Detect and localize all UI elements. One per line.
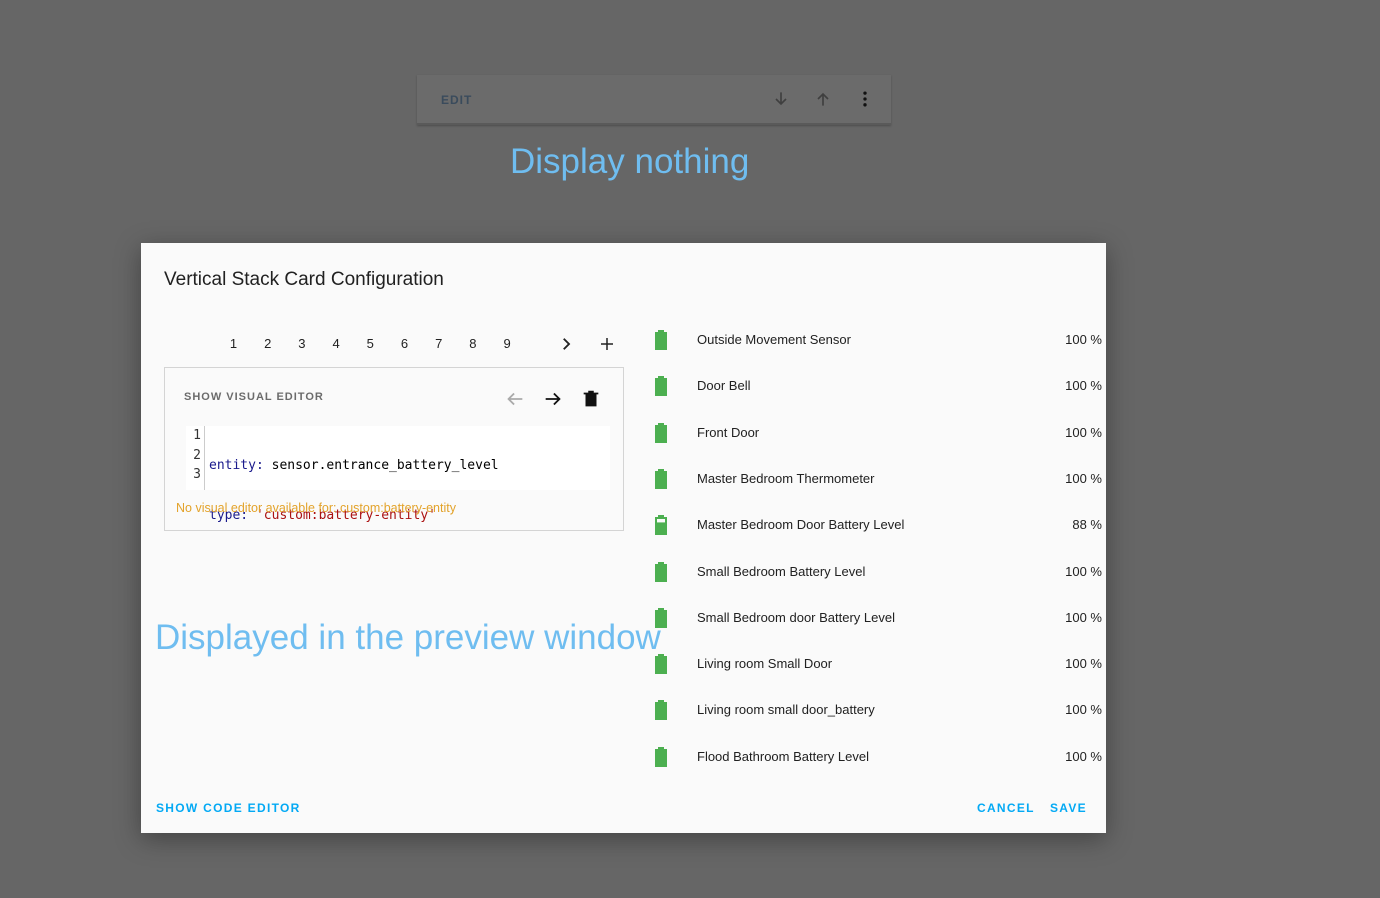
- battery-icon: [655, 515, 667, 536]
- entity-name: Flood Bathroom Battery Level: [697, 748, 869, 764]
- entity-name: Small Bedroom door Battery Level: [697, 609, 895, 625]
- entity-value: 100 %: [1065, 656, 1102, 672]
- cancel-button[interactable]: CANCEL: [977, 801, 1035, 815]
- more-vert-icon[interactable]: [855, 89, 875, 109]
- tab-7[interactable]: 7: [423, 333, 454, 367]
- entity-row[interactable]: Flood Bathroom Battery Level 100 %: [654, 744, 1105, 772]
- entity-name: Door Bell: [697, 378, 751, 394]
- edit-button[interactable]: EDIT: [441, 93, 472, 107]
- entity-name: Small Bedroom Battery Level: [697, 563, 866, 579]
- yaml-code-editor[interactable]: 1 2 3 entity: sensor.entrance_battery_le…: [186, 426, 610, 523]
- entity-name: Living room Small Door: [697, 656, 833, 672]
- battery-icon: [655, 700, 667, 721]
- line-number: 1: [193, 428, 201, 443]
- entity-row[interactable]: Living room small door_battery 100 %: [654, 697, 1105, 725]
- chevron-right-icon[interactable]: [557, 335, 575, 353]
- arrow-right-icon[interactable]: [542, 388, 564, 410]
- code-key: entity:: [209, 458, 264, 473]
- tab-9[interactable]: 9: [492, 333, 523, 367]
- show-code-editor-button[interactable]: SHOW CODE EDITOR: [156, 801, 301, 815]
- entity-row[interactable]: Front Door 100 %: [654, 420, 1105, 448]
- entity-value: 100 %: [1065, 563, 1102, 579]
- tab-2[interactable]: 2: [252, 333, 283, 367]
- battery-icon: [655, 422, 667, 443]
- tab-8[interactable]: 8: [457, 333, 488, 367]
- entity-name: Master Bedroom Door Battery Level: [697, 517, 905, 533]
- code-lines: entity: sensor.entrance_battery_level ty…: [209, 426, 499, 605]
- annotation-display-nothing: Display nothing: [510, 142, 750, 181]
- entity-row[interactable]: Living room Small Door 100 %: [654, 651, 1105, 679]
- entity-value: 100 %: [1065, 378, 1102, 394]
- line-number: 2: [193, 447, 201, 463]
- entity-row[interactable]: Master Bedroom Thermometer 100 %: [654, 466, 1105, 494]
- arrow-left-icon[interactable]: [504, 388, 526, 410]
- battery-icon: [655, 376, 667, 397]
- entity-value: 100 %: [1065, 748, 1102, 764]
- line-number-gutter: 1 2 3: [186, 426, 205, 490]
- background-card: EDIT: [417, 75, 891, 125]
- entity-value: 100 %: [1065, 609, 1102, 625]
- entity-name: Living room small door_battery: [697, 702, 875, 718]
- tab-5[interactable]: 5: [355, 333, 386, 367]
- entity-name: Outside Movement Sensor: [697, 332, 851, 347]
- battery-icon: [655, 468, 667, 489]
- arrow-up-icon[interactable]: [813, 89, 833, 109]
- add-icon[interactable]: [598, 335, 616, 353]
- save-button[interactable]: SAVE: [1050, 801, 1087, 815]
- no-visual-editor-warning: No visual editor available for: custom:b…: [176, 501, 456, 515]
- battery-icon: [655, 561, 667, 582]
- entity-row[interactable]: Door Bell 100 %: [654, 373, 1105, 401]
- entity-value: 100 %: [1065, 470, 1102, 486]
- code-value: sensor.entrance_battery_level: [263, 458, 499, 473]
- entity-row[interactable]: Master Bedroom Door Battery Level 88 %: [654, 512, 1105, 540]
- entity-name: Master Bedroom Thermometer: [697, 470, 875, 486]
- entity-row[interactable]: Small Bedroom door Battery Level 100 %: [654, 605, 1105, 633]
- tab-1[interactable]: 1: [218, 333, 249, 369]
- code-line-1: entity: sensor.entrance_battery_level: [209, 456, 499, 476]
- line-number: 3: [193, 467, 201, 482]
- delete-icon[interactable]: [580, 388, 602, 410]
- entity-row[interactable]: Small Bedroom Battery Level 100 %: [654, 559, 1105, 587]
- card-config-dialog: Vertical Stack Card Configuration 123456…: [141, 243, 1106, 833]
- tab-3[interactable]: 3: [286, 333, 317, 367]
- battery-icon: [655, 746, 667, 767]
- entity-name: Front Door: [697, 424, 760, 440]
- arrow-down-icon[interactable]: [771, 89, 791, 109]
- annotation-preview-window: Displayed in the preview window: [155, 618, 661, 657]
- entity-value: 100 %: [1065, 424, 1102, 440]
- dialog-title: Vertical Stack Card Configuration: [164, 269, 444, 290]
- tab-4[interactable]: 4: [321, 333, 352, 367]
- show-visual-editor-button[interactable]: SHOW VISUAL EDITOR: [184, 391, 324, 403]
- entity-value: 100 %: [1065, 702, 1102, 718]
- entity-row[interactable]: Outside Movement Sensor 100 %: [654, 327, 1105, 355]
- entity-value: 100 %: [1065, 332, 1102, 347]
- battery-icon: [655, 330, 667, 350]
- card-editor: SHOW VISUAL EDITOR 1 2 3 entity: sensor.…: [164, 367, 624, 531]
- entity-value: 88 %: [1072, 517, 1102, 533]
- tab-6[interactable]: 6: [389, 333, 420, 367]
